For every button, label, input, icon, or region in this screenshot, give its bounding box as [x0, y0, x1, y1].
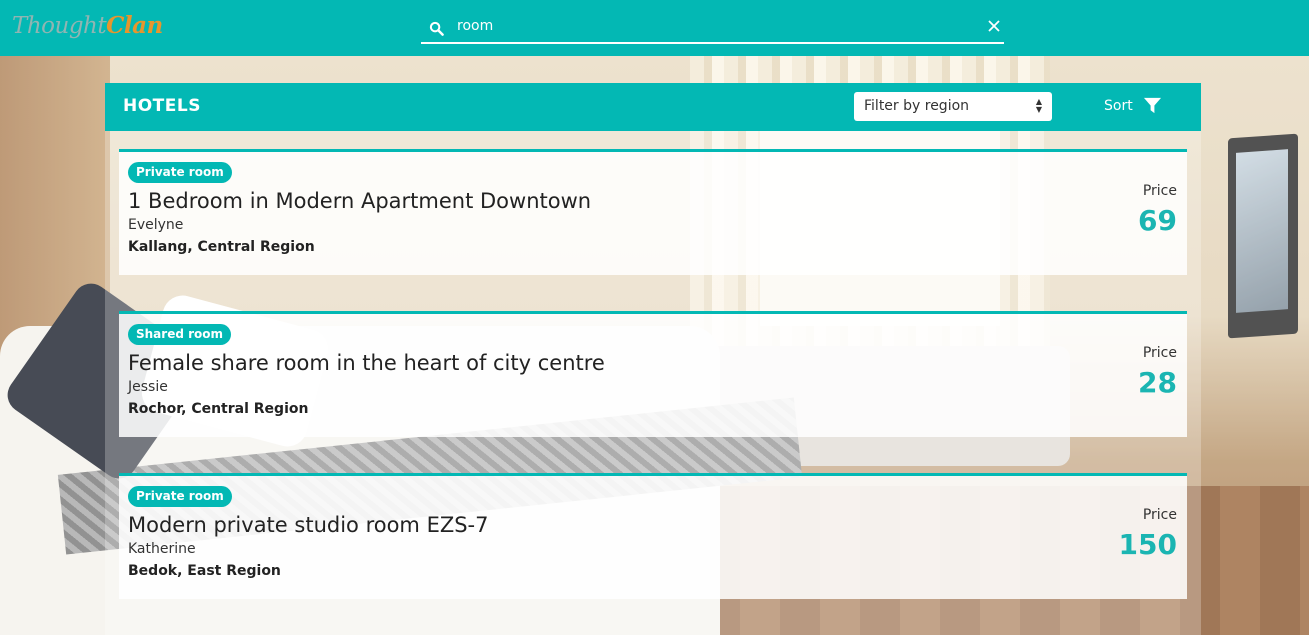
hotel-location: Rochor, Central Region [128, 401, 309, 417]
select-arrows-icon: ▲ ▼ [1035, 97, 1042, 114]
price-label: Price [1142, 183, 1177, 199]
sort-button[interactable]: Sort [1104, 96, 1162, 115]
price-label: Price [1142, 507, 1177, 523]
logo-text-thought: Thought [12, 13, 107, 39]
room-type-badge: Shared room [128, 324, 232, 345]
panel-title: HOTELS [123, 96, 201, 116]
search-input[interactable] [457, 12, 957, 40]
close-icon[interactable] [986, 18, 1002, 34]
region-filter-selected-value: Filter by region [864, 98, 970, 114]
price-label: Price [1142, 345, 1177, 361]
region-filter-select[interactable]: Filter by region ▲ ▼ [854, 92, 1052, 121]
host-name: Katherine [128, 541, 196, 557]
hotel-location: Kallang, Central Region [128, 239, 315, 255]
price-value: 150 [1118, 528, 1177, 561]
filter-icon [1143, 97, 1161, 114]
hotel-title[interactable]: Modern private studio room EZS-7 [128, 513, 489, 537]
top-app-bar: ThoughtClan [0, 0, 1309, 56]
hotel-title[interactable]: Female share room in the heart of city c… [128, 351, 605, 375]
hotel-card[interactable]: Private room 1 Bedroom in Modern Apartme… [119, 149, 1187, 275]
hotel-list: Private room 1 Bedroom in Modern Apartme… [105, 131, 1201, 635]
hotels-panel-header: HOTELS Filter by region ▲ ▼ Sort [105, 83, 1201, 131]
search-icon [429, 21, 444, 36]
host-name: Jessie [128, 379, 168, 395]
price-value: 69 [1138, 204, 1177, 237]
hotel-card[interactable]: Private room Modern private studio room … [119, 473, 1187, 599]
sort-label: Sort [1104, 97, 1133, 114]
hotel-card[interactable]: Shared room Female share room in the hea… [119, 311, 1187, 437]
hotel-location: Bedok, East Region [128, 563, 281, 579]
app-logo[interactable]: ThoughtClan [12, 12, 163, 39]
price-value: 28 [1138, 366, 1177, 399]
room-type-badge: Private room [128, 486, 232, 507]
search-bar [421, 10, 1004, 44]
hotel-title[interactable]: 1 Bedroom in Modern Apartment Downtown [128, 189, 591, 213]
logo-text-clan: Clan [106, 12, 163, 39]
room-type-badge: Private room [128, 162, 232, 183]
host-name: Evelyne [128, 217, 184, 233]
